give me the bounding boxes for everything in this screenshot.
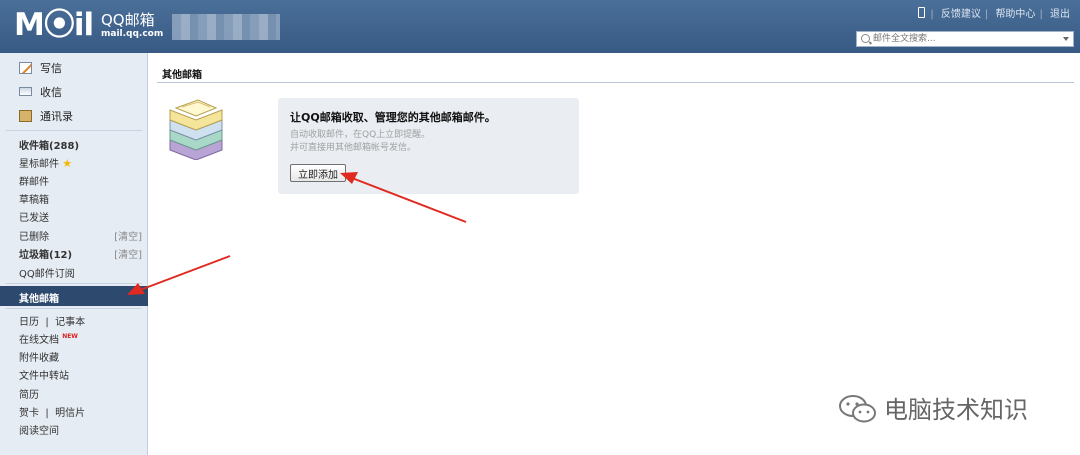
- sidebar-item-file-transfer[interactable]: 文件中转站: [19, 367, 144, 382]
- logo-subtitle: QQ邮箱 mail.qq.com: [101, 12, 163, 40]
- starred-label: 星标邮件: [19, 159, 59, 170]
- panel-heading: 让QQ邮箱收取、管理您的其他邮箱邮件。: [290, 111, 496, 124]
- sidebar-cards-row: 贺卡 | 明信片: [19, 408, 86, 419]
- sidebar-item-group[interactable]: 群邮件: [19, 173, 144, 188]
- compose-label: 写信: [40, 62, 62, 75]
- contacts-button[interactable]: 通讯录: [19, 108, 73, 124]
- sidebar-item-other-mailboxes[interactable]: 其他邮箱: [0, 286, 148, 306]
- drafts-label: 草稿箱: [19, 195, 49, 206]
- panel-desc-2: 并可直接用其他邮箱帐号发信。: [290, 143, 417, 153]
- greeting-card-link[interactable]: 贺卡: [19, 408, 39, 419]
- sidebar-item-reading[interactable]: 阅读空间: [19, 422, 144, 437]
- help-link[interactable]: 帮助中心: [995, 9, 1035, 20]
- new-badge: NEW: [62, 333, 78, 340]
- search-input[interactable]: [873, 33, 1053, 45]
- mailbox-stack-icon: [169, 99, 223, 160]
- sidebar-divider: [6, 283, 142, 284]
- postcard-link[interactable]: 明信片: [55, 408, 85, 419]
- sidebar-item-resume[interactable]: 简历: [19, 386, 144, 401]
- qqmail-logo[interactable]: M⦿il: [14, 8, 94, 42]
- sidebar-item-starred[interactable]: 星标邮件 ★: [19, 155, 144, 170]
- sidebar-item-inbox[interactable]: 收件箱(288): [19, 137, 144, 152]
- spam-label: 垃圾箱(12): [19, 250, 73, 261]
- group-label: 群邮件: [19, 177, 49, 188]
- address-book-icon: [19, 110, 32, 122]
- page-title: 其他邮箱: [162, 70, 202, 81]
- clear-spam-link[interactable]: [清空]: [114, 246, 142, 261]
- title-divider: [157, 82, 1074, 83]
- reading-label: 阅读空间: [19, 426, 59, 437]
- top-links: | 反馈建议 | 帮助中心 | 退出: [916, 5, 1072, 20]
- sidebar-divider: [6, 130, 142, 131]
- notes-link[interactable]: 记事本: [55, 317, 85, 328]
- docs-label: 在线文档: [19, 335, 59, 346]
- envelope-icon: [19, 87, 32, 96]
- sidebar-item-subscriptions[interactable]: QQ邮件订阅: [19, 265, 144, 280]
- other-mailboxes-label: 其他邮箱: [19, 294, 59, 305]
- add-now-button[interactable]: 立即添加: [290, 164, 346, 182]
- wechat-icon: [839, 395, 876, 423]
- sidebar-item-attachments[interactable]: 附件收藏: [19, 349, 144, 364]
- sidebar-item-drafts[interactable]: 草稿箱: [19, 191, 144, 206]
- clear-deleted-link[interactable]: [清空]: [114, 228, 142, 243]
- sidebar-item-deleted[interactable]: 已删除 [清空]: [19, 228, 144, 243]
- watermark-text: 电脑技术知识: [884, 396, 1028, 424]
- compose-button[interactable]: 写信: [19, 60, 62, 76]
- file-transfer-label: 文件中转站: [19, 371, 69, 382]
- watermark: 电脑技术知识: [838, 390, 1028, 425]
- sidebar-item-sent[interactable]: 已发送: [19, 209, 144, 224]
- blurred-account-name: [172, 14, 280, 40]
- sent-label: 已发送: [19, 213, 49, 224]
- phone-icon[interactable]: [918, 7, 926, 18]
- panel-desc-1: 自动收取邮件，在QQ上立即提醒。: [290, 130, 431, 140]
- chevron-down-icon[interactable]: [1063, 37, 1069, 41]
- search-box[interactable]: [856, 31, 1074, 47]
- subscriptions-label: QQ邮件订阅: [19, 269, 75, 280]
- attachments-label: 附件收藏: [19, 353, 59, 364]
- receive-button[interactable]: 收信: [19, 84, 62, 100]
- top-header: M⦿il QQ邮箱 mail.qq.com | 反馈建议 | 帮助中心 | 退出: [0, 0, 1080, 53]
- sidebar-tools-row: 日历 | 记事本: [19, 317, 86, 328]
- sidebar-divider: [6, 308, 142, 309]
- feedback-link[interactable]: 反馈建议: [941, 9, 981, 20]
- logo-url-text: mail.qq.com: [101, 29, 164, 39]
- pencil-icon: [19, 62, 32, 74]
- star-icon: ★: [62, 157, 73, 170]
- logout-link[interactable]: 退出: [1050, 9, 1070, 20]
- contacts-label: 通讯录: [40, 110, 73, 123]
- calendar-link[interactable]: 日历: [19, 317, 39, 328]
- inbox-label: 收件箱(288): [19, 141, 80, 152]
- deleted-label: 已删除: [19, 232, 49, 243]
- logo-cn-text: QQ邮箱: [101, 11, 155, 29]
- sidebar-item-docs[interactable]: 在线文档 NEW: [19, 331, 144, 346]
- resume-label: 简历: [19, 390, 39, 401]
- add-mailbox-panel: 让QQ邮箱收取、管理您的其他邮箱邮件。 自动收取邮件，在QQ上立即提醒。 并可直…: [278, 98, 579, 194]
- sidebar-item-spam[interactable]: 垃圾箱(12) [清空]: [19, 246, 144, 261]
- search-icon: [861, 34, 870, 43]
- receive-label: 收信: [40, 86, 62, 99]
